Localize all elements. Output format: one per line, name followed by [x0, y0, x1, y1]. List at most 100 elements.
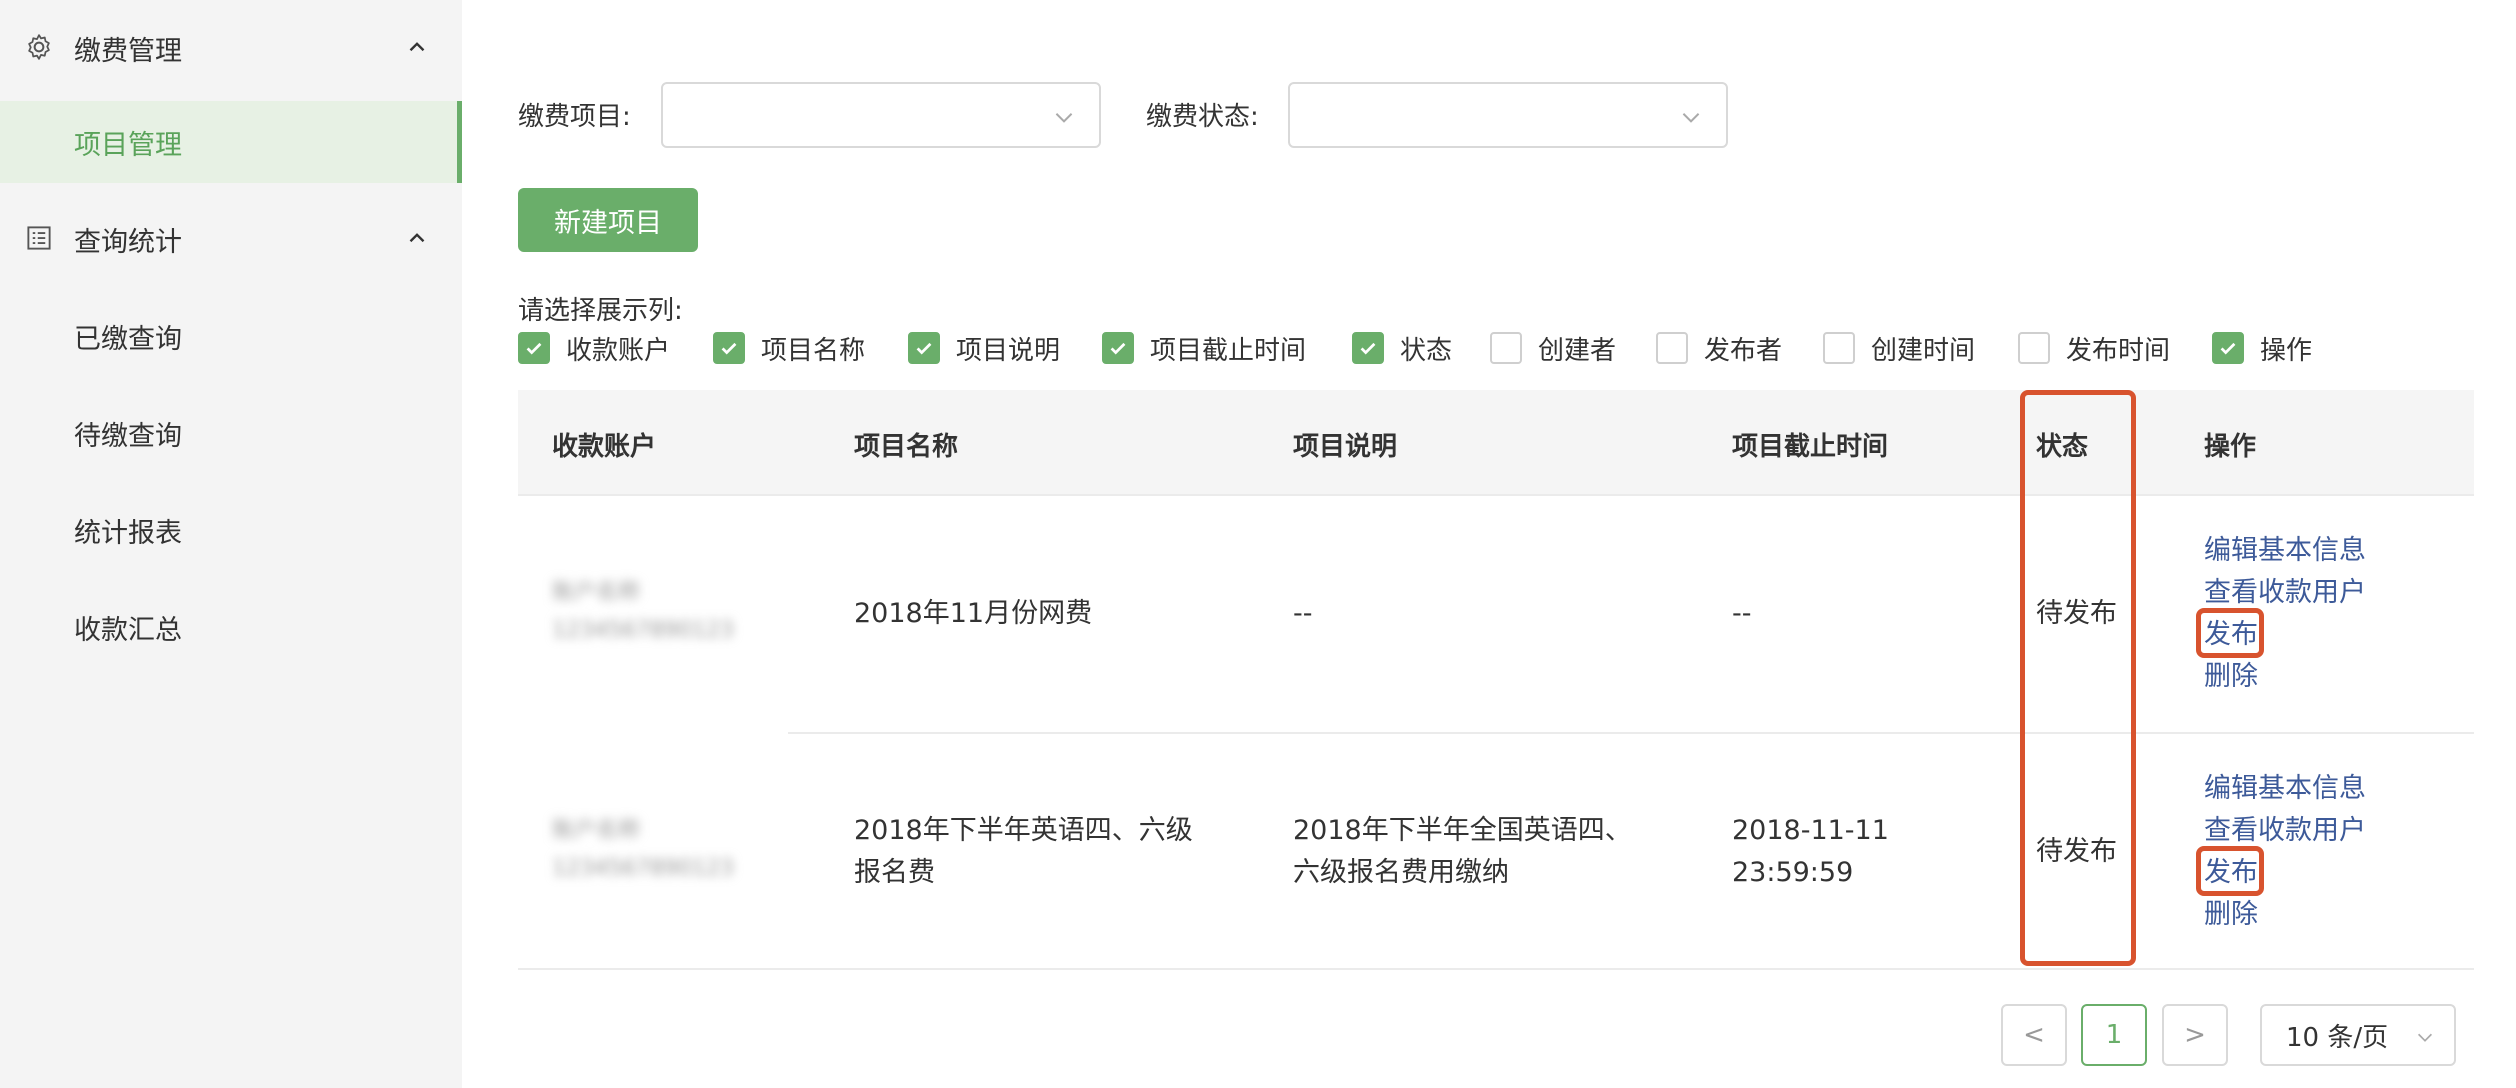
- publish-highlight: [2196, 846, 2264, 896]
- sidebar-group-query[interactable]: 查询统计: [0, 191, 462, 287]
- sidebar-item-statistics-report[interactable]: 统计报表: [0, 489, 462, 571]
- columns-label: 请选择展示列:: [518, 296, 683, 326]
- column-checkbox-label: 操作: [2260, 335, 2313, 366]
- prev-page-button[interactable]: <: [2001, 1004, 2067, 1066]
- table-row: 账户名称 1234567890123 2018年11月份网费 -- -- 待发布…: [518, 496, 2474, 734]
- deadline: --: [1732, 598, 1752, 629]
- chevron-down-icon: [2417, 1033, 2433, 1042]
- list-icon: [27, 226, 51, 250]
- account-number: 1234567890123: [552, 618, 734, 643]
- column-checkbox-label: 项目截止时间: [1150, 335, 1307, 366]
- sidebar-group-label: 缴费管理: [74, 35, 182, 67]
- account-number: 1234567890123: [552, 856, 734, 881]
- column-checkbox[interactable]: 收款账户: [518, 332, 671, 366]
- checkbox-unchecked-icon: [1490, 332, 1522, 364]
- deadline-date: 2018-11-11: [1732, 815, 1889, 846]
- column-checkbox-label: 发布者: [1704, 335, 1783, 366]
- sidebar-item-label: 已缴查询: [74, 323, 182, 355]
- checkbox-checked-icon: [1352, 332, 1384, 364]
- project-name-line: 报名费: [854, 857, 935, 888]
- checkbox-unchecked-icon: [1656, 332, 1688, 364]
- column-checkbox-label: 项目说明: [956, 335, 1061, 366]
- sidebar-item-label: 待缴查询: [74, 420, 182, 452]
- sidebar-item-label: 收款汇总: [74, 614, 182, 646]
- sidebar-group-payment[interactable]: 缴费管理: [0, 0, 462, 96]
- chevron-up-icon: [409, 233, 425, 243]
- checkbox-checked-icon: [2212, 332, 2244, 364]
- column-header: 收款账户: [552, 432, 657, 462]
- project-name-line: 2018年下半年英语四、六级: [854, 815, 1193, 846]
- column-checkbox[interactable]: 创建者: [1490, 332, 1617, 366]
- column-header: 操作: [2204, 432, 2257, 462]
- row-divider: [518, 968, 2474, 970]
- page-size-select[interactable]: 10 条/页: [2260, 1004, 2456, 1066]
- column-checkbox-label: 发布时间: [2066, 335, 2171, 366]
- next-page-button[interactable]: >: [2162, 1004, 2228, 1066]
- column-header: 项目截止时间: [1732, 432, 1889, 462]
- project-desc-line: 六级报名费用缴纳: [1293, 857, 1509, 888]
- project-select[interactable]: [661, 82, 1101, 148]
- column-checkbox[interactable]: 状态: [1352, 332, 1453, 366]
- table-header: 收款账户 项目名称 项目说明 项目截止时间 状态 操作: [518, 390, 2474, 496]
- sidebar-item-collection-summary[interactable]: 收款汇总: [0, 586, 462, 668]
- column-checkbox[interactable]: 发布者: [1656, 332, 1783, 366]
- column-checkbox[interactable]: 项目名称: [713, 332, 866, 366]
- deadline-cell: --: [1732, 593, 1752, 635]
- sidebar-item-paid-query[interactable]: 已缴查询: [0, 295, 462, 377]
- checkbox-unchecked-icon: [1823, 332, 1855, 364]
- new-project-button[interactable]: 新建项目: [518, 188, 698, 252]
- deadline-time: 23:59:59: [1732, 857, 1854, 888]
- chevron-up-icon: [409, 42, 425, 52]
- column-checkbox-label: 收款账户: [566, 335, 671, 366]
- checkbox-unchecked-icon: [2018, 332, 2050, 364]
- column-header: 项目说明: [1293, 432, 1398, 462]
- column-checkbox-label: 状态: [1400, 335, 1453, 366]
- chevron-down-icon: [1055, 113, 1073, 123]
- checkbox-checked-icon: [908, 332, 940, 364]
- sidebar-item-label: 项目管理: [74, 129, 182, 161]
- project-name-cell: 2018年下半年英语四、六级 报名费: [854, 810, 1193, 894]
- column-checkbox[interactable]: 项目截止时间: [1102, 332, 1307, 366]
- page-button-current[interactable]: 1: [2081, 1004, 2147, 1066]
- account-name: 账户名称: [552, 580, 641, 605]
- status-select[interactable]: [1288, 82, 1728, 148]
- project-desc-line: 2018年下半年全国英语四、: [1293, 815, 1632, 846]
- checkbox-checked-icon: [518, 332, 550, 364]
- delete-link[interactable]: 删除: [2204, 894, 2258, 936]
- deadline-cell: 2018-11-11 23:59:59: [1732, 810, 1889, 894]
- delete-link[interactable]: 删除: [2204, 656, 2258, 698]
- column-checkbox[interactable]: 创建时间: [1823, 332, 1976, 366]
- column-checkbox-label: 创建者: [1538, 335, 1617, 366]
- gear-icon: [28, 34, 50, 60]
- column-checkbox[interactable]: 项目说明: [908, 332, 1061, 366]
- edit-info-link[interactable]: 编辑基本信息: [2204, 768, 2366, 810]
- chevron-down-icon: [1682, 113, 1700, 123]
- checkbox-checked-icon: [1102, 332, 1134, 364]
- sidebar-group-label: 查询统计: [74, 226, 182, 258]
- account-name: 账户名称: [552, 818, 641, 843]
- column-checkbox[interactable]: 操作: [2212, 332, 2313, 366]
- sidebar-item-label: 统计报表: [74, 517, 182, 549]
- account-cell-blurred: 账户名称 1234567890123: [552, 812, 734, 888]
- project-desc-cell: --: [1293, 593, 1313, 635]
- page-size-value: 10 条/页: [2286, 1022, 2389, 1053]
- publish-highlight: [2196, 608, 2264, 658]
- checkbox-checked-icon: [713, 332, 745, 364]
- edit-info-link[interactable]: 编辑基本信息: [2204, 530, 2366, 572]
- project-name-cell: 2018年11月份网费: [854, 593, 1092, 635]
- column-header: 项目名称: [854, 432, 959, 462]
- column-checkbox-label: 创建时间: [1871, 335, 1976, 366]
- project-desc-cell: 2018年下半年全国英语四、 六级报名费用缴纳: [1293, 810, 1632, 894]
- table-row: 账户名称 1234567890123 2018年下半年英语四、六级 报名费 20…: [518, 734, 2474, 970]
- project-filter-label: 缴费项目:: [518, 102, 631, 132]
- project-name: 2018年11月份网费: [854, 598, 1093, 629]
- project-desc: --: [1293, 598, 1313, 629]
- account-cell-blurred: 账户名称 1234567890123: [552, 574, 734, 650]
- sidebar-item-project-management[interactable]: 项目管理: [0, 101, 462, 183]
- sidebar: 缴费管理 项目管理 查询统计 已缴查询 待缴查询 统计报表 收款汇总: [0, 0, 462, 1088]
- status-filter-label: 缴费状态:: [1146, 102, 1259, 132]
- column-checkbox[interactable]: 发布时间: [2018, 332, 2171, 366]
- status-column-highlight: [2020, 390, 2136, 966]
- sidebar-item-unpaid-query[interactable]: 待缴查询: [0, 392, 462, 474]
- column-checkbox-label: 项目名称: [761, 335, 866, 366]
